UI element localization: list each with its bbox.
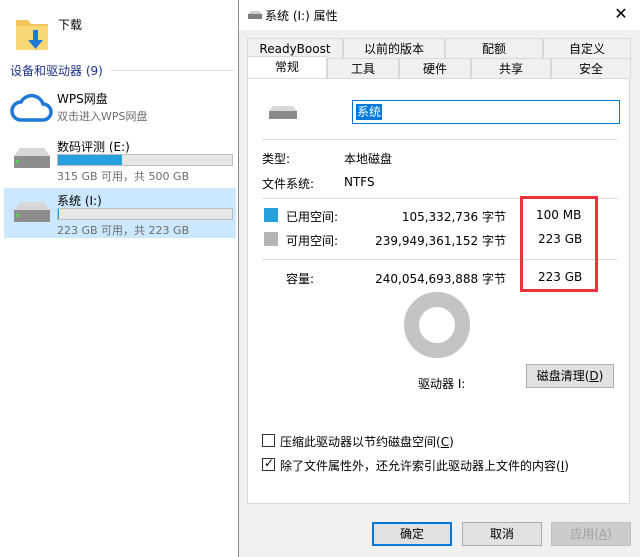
capacity-bytes: 240,054,693,888 字节 [375,272,506,286]
used-space-label: 已用空间: [286,210,339,224]
general-tab-panel: 系统 类型: 本地磁盘 文件系统: NTFS 已用空间: 105,332,736… [247,78,630,504]
drive-usage-bar [57,208,233,220]
index-checkbox[interactable]: ✓ [262,456,275,471]
drive-usage-fill [58,155,123,165]
drive-letter-label: 驱动器 I: [418,377,466,391]
free-space-swatch [264,232,278,246]
apply-button[interactable]: 应用(A) [551,522,631,546]
tab-security[interactable]: 安全 [551,58,631,78]
drive-name: 系统 (I:) [57,194,102,208]
drive-large-icon [269,106,297,119]
drive-i[interactable]: 系统 (I:) 223 GB 可用，共 223 GB [4,188,236,238]
cancel-button[interactable]: 取消 [462,522,542,546]
drive-subtitle: 315 GB 可用，共 500 GB [57,170,190,183]
filesystem-value: NTFS [344,175,375,189]
devices-group-header[interactable]: 设备和驱动器 (9) [10,62,103,79]
ok-button[interactable]: 确定 [372,522,452,546]
dialog-title: 系统 (I:) 属性 [265,9,338,23]
volume-name-value: 系统 [356,104,383,120]
tab-quota[interactable]: 配额 [445,38,543,58]
used-space-swatch [264,208,278,222]
drive-subtitle: 双击进入WPS网盘 [57,110,148,123]
red-highlight-box [520,196,598,292]
explorer-pane: 下载 设备和驱动器 (9) WPS网盘 双击进入WPS网盘 数码评测 (E:) … [0,0,240,557]
type-value: 本地磁盘 [344,152,393,166]
hard-drive-icon [14,202,50,222]
drive-name: WPS网盘 [57,92,108,106]
tab-readyboost[interactable]: ReadyBoost [247,38,343,58]
downloads-folder-icon [16,20,48,50]
drive-subtitle: 223 GB 可用，共 223 GB [57,224,190,237]
free-space-bytes: 239,949,361,152 字节 [375,234,506,248]
drive-title-icon [248,11,262,19]
tab-general[interactable]: 常规 [247,56,327,78]
volume-name-input[interactable]: 系统 [352,100,620,124]
tab-previous-versions[interactable]: 以前的版本 [343,38,445,58]
drive-e[interactable]: 数码评测 (E:) 315 GB 可用，共 500 GB [4,134,236,183]
close-button[interactable]: ✕ [609,3,633,25]
capacity-label: 容量: [286,272,315,286]
hard-drive-icon [14,148,50,168]
tab-tools[interactable]: 工具 [327,58,399,78]
tab-customize[interactable]: 自定义 [543,38,631,58]
drive-wps[interactable]: WPS网盘 双击进入WPS网盘 [4,86,236,134]
group-divider [110,70,235,71]
usage-donut-chart [404,292,470,358]
compress-label: 压缩此驱动器以节约磁盘空间(C) [280,435,454,449]
used-space-bytes: 105,332,736 字节 [401,210,506,224]
type-label: 类型: [262,152,291,166]
disk-cleanup-button[interactable]: 磁盘清理(D) [526,364,614,388]
check-icon: ✓ [264,456,275,470]
properties-dialog: 系统 (I:) 属性 ✕ ReadyBoost 以前的版本 配额 自定义 常规 … [238,0,640,557]
downloads-folder[interactable]: 下载 [14,10,234,54]
drive-name: 数码评测 (E:) [57,140,130,154]
free-space-label: 可用空间: [286,234,339,248]
filesystem-label: 文件系统: [262,177,315,191]
index-label: 除了文件属性外，还允许索引此驱动器上文件的内容(I) [280,459,569,473]
divider [262,139,617,140]
title-bar[interactable]: 系统 (I:) 属性 ✕ [239,0,640,30]
tab-sharing[interactable]: 共享 [471,58,551,78]
cloud-icon [10,93,53,122]
drive-usage-bar [57,154,233,166]
compress-checkbox[interactable] [262,434,275,447]
tab-hardware[interactable]: 硬件 [399,58,471,78]
downloads-label: 下载 [58,18,83,32]
